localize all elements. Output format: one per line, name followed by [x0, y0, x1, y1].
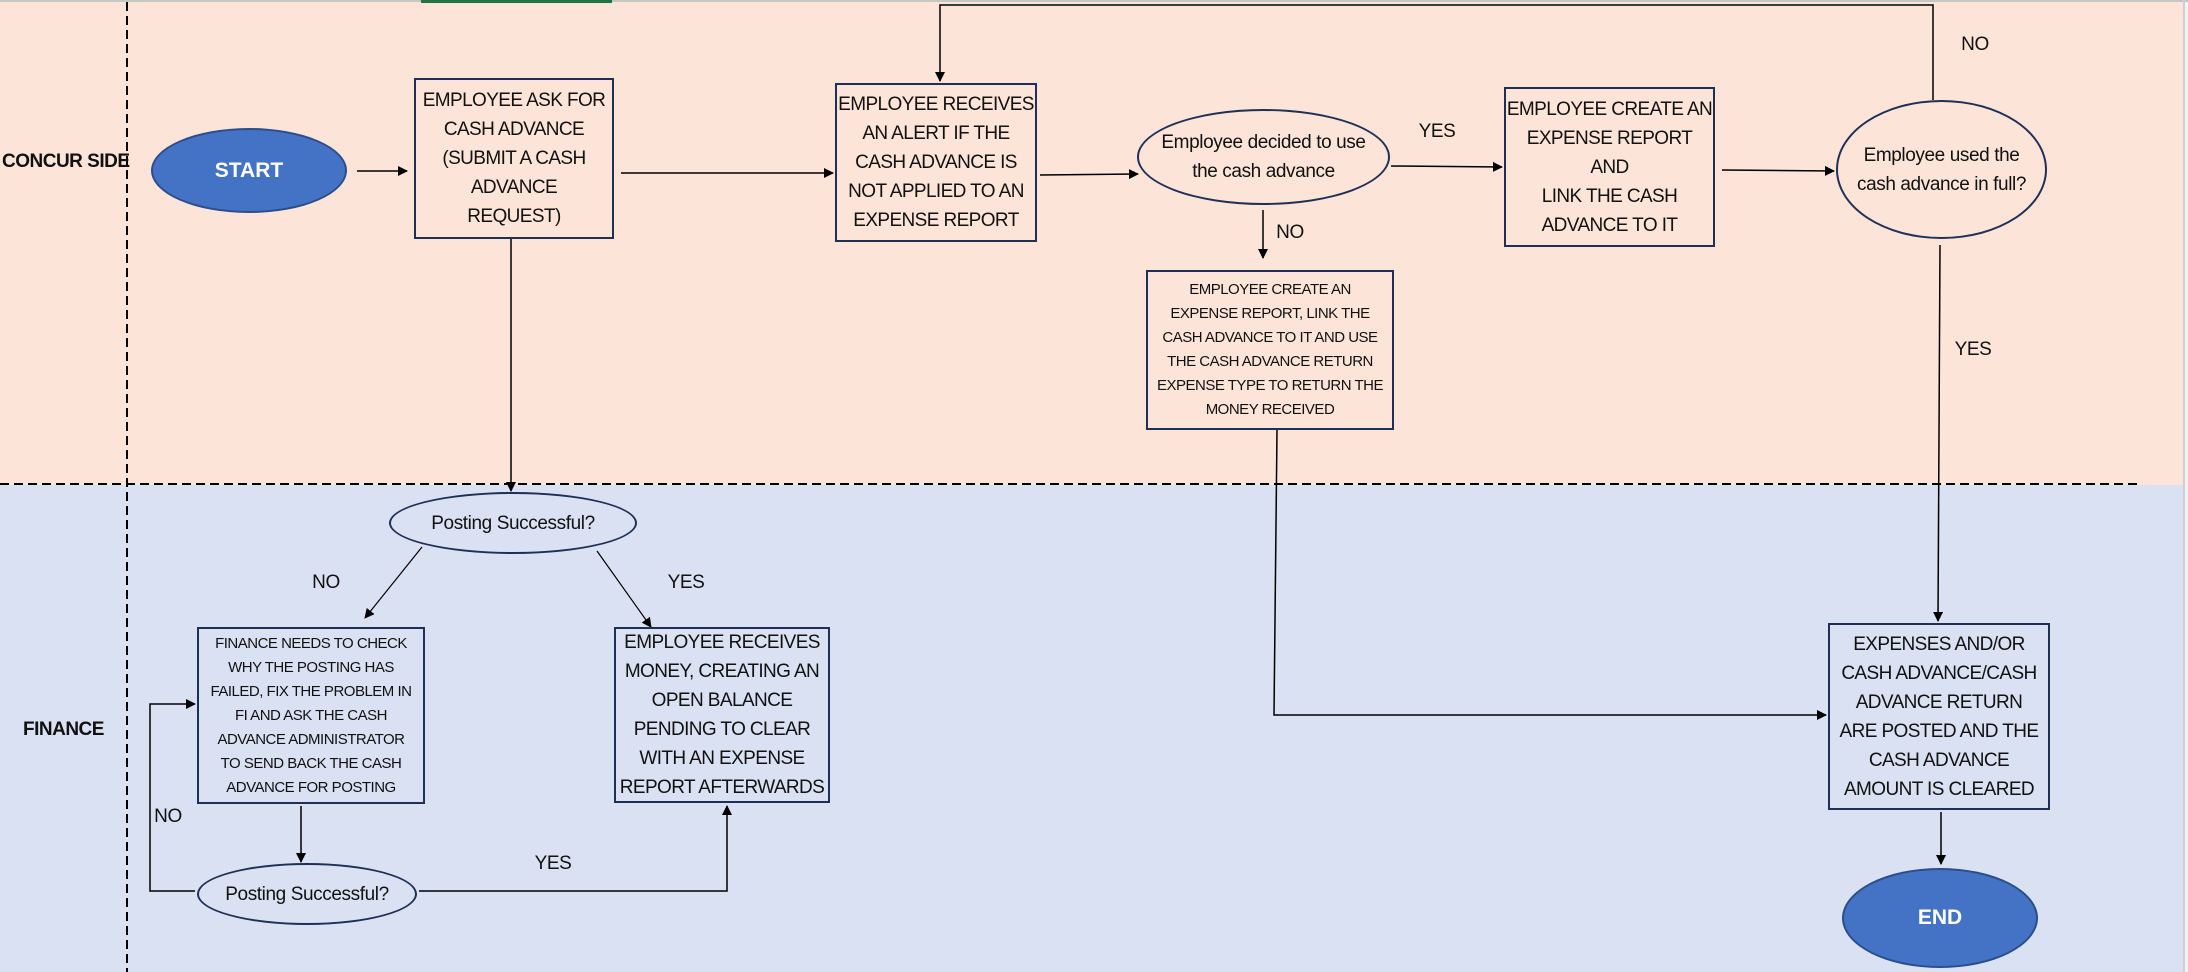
sheet-right-edge — [2183, 0, 2185, 972]
edge-label-posting2-no: NO — [154, 806, 182, 827]
edge-label-posting1-no: NO — [312, 572, 340, 593]
start-terminal[interactable]: START — [151, 128, 347, 213]
swimlane-concur — [0, 2, 2183, 485]
process-receives-money[interactable]: EMPLOYEE RECEIVES MONEY, CREATING AN OPE… — [614, 627, 830, 803]
edge-label-full-no: NO — [1961, 34, 1989, 55]
edge-label-decided-yes: YES — [1418, 121, 1456, 142]
edge-label-full-yes: YES — [1954, 339, 1992, 360]
active-cell-indicator — [421, 0, 612, 3]
lane-label-finance: FINANCE — [23, 719, 104, 740]
edge-label-decided-no: NO — [1276, 222, 1304, 243]
edge-label-posting2-yes: YES — [534, 853, 572, 874]
start-label: START — [214, 158, 284, 182]
process-label: FINANCE NEEDS TO CHECK WHY THE POSTING H… — [210, 634, 412, 796]
decision-label: Posting Successful? — [225, 883, 389, 905]
decision-label: Employee used the cash advance in full? — [1856, 144, 2027, 195]
process-create-report-link[interactable]: EMPLOYEE CREATE AN EXPENSE REPORT AND LI… — [1504, 87, 1715, 247]
decision-used-in-full[interactable]: Employee used the cash advance in full? — [1836, 100, 2047, 239]
process-label: EMPLOYEE ASK FOR CASH ADVANCE (SUBMIT A … — [422, 90, 606, 227]
process-label: EMPLOYEE RECEIVES AN ALERT IF THE CASH A… — [838, 94, 1034, 231]
process-create-report-return[interactable]: EMPLOYEE CREATE AN EXPENSE REPORT, LINK … — [1146, 270, 1394, 430]
process-finance-check[interactable]: FINANCE NEEDS TO CHECK WHY THE POSTING H… — [197, 627, 425, 804]
process-label: EMPLOYEE CREATE AN EXPENSE REPORT, LINK … — [1157, 281, 1383, 418]
decision-posting-successful-1[interactable]: Posting Successful? — [389, 492, 637, 554]
end-label: END — [1917, 906, 1963, 929]
spreadsheet-gridline — [0, 0, 2188, 2]
process-label: EMPLOYEE RECEIVES MONEY, CREATING AN OPE… — [619, 632, 825, 798]
lane-label-concur: CONCUR SIDE — [2, 151, 130, 172]
process-label: EXPENSES AND/OR CASH ADVANCE/CASH ADVANC… — [1839, 633, 2040, 800]
process-receives-alert[interactable]: EMPLOYEE RECEIVES AN ALERT IF THE CASH A… — [835, 83, 1037, 242]
decision-decided-to-use[interactable]: Employee decided to use the cash advance — [1137, 109, 1390, 205]
flowchart-canvas: CONCUR SIDE FINANCE START EMPLOYEE ASK F… — [0, 0, 2188, 972]
end-terminal[interactable]: END — [1842, 868, 2038, 968]
process-label: EMPLOYEE CREATE AN EXPENSE REPORT AND LI… — [1506, 98, 1713, 236]
process-ask-cash-advance[interactable]: EMPLOYEE ASK FOR CASH ADVANCE (SUBMIT A … — [414, 78, 614, 239]
decision-label: Posting Successful? — [431, 512, 595, 534]
decision-label: Employee decided to use the cash advance — [1161, 132, 1366, 182]
process-posted-cleared[interactable]: EXPENSES AND/OR CASH ADVANCE/CASH ADVANC… — [1828, 623, 2050, 810]
edge-label-posting1-yes: YES — [667, 572, 705, 593]
decision-posting-successful-2[interactable]: Posting Successful? — [197, 863, 417, 925]
